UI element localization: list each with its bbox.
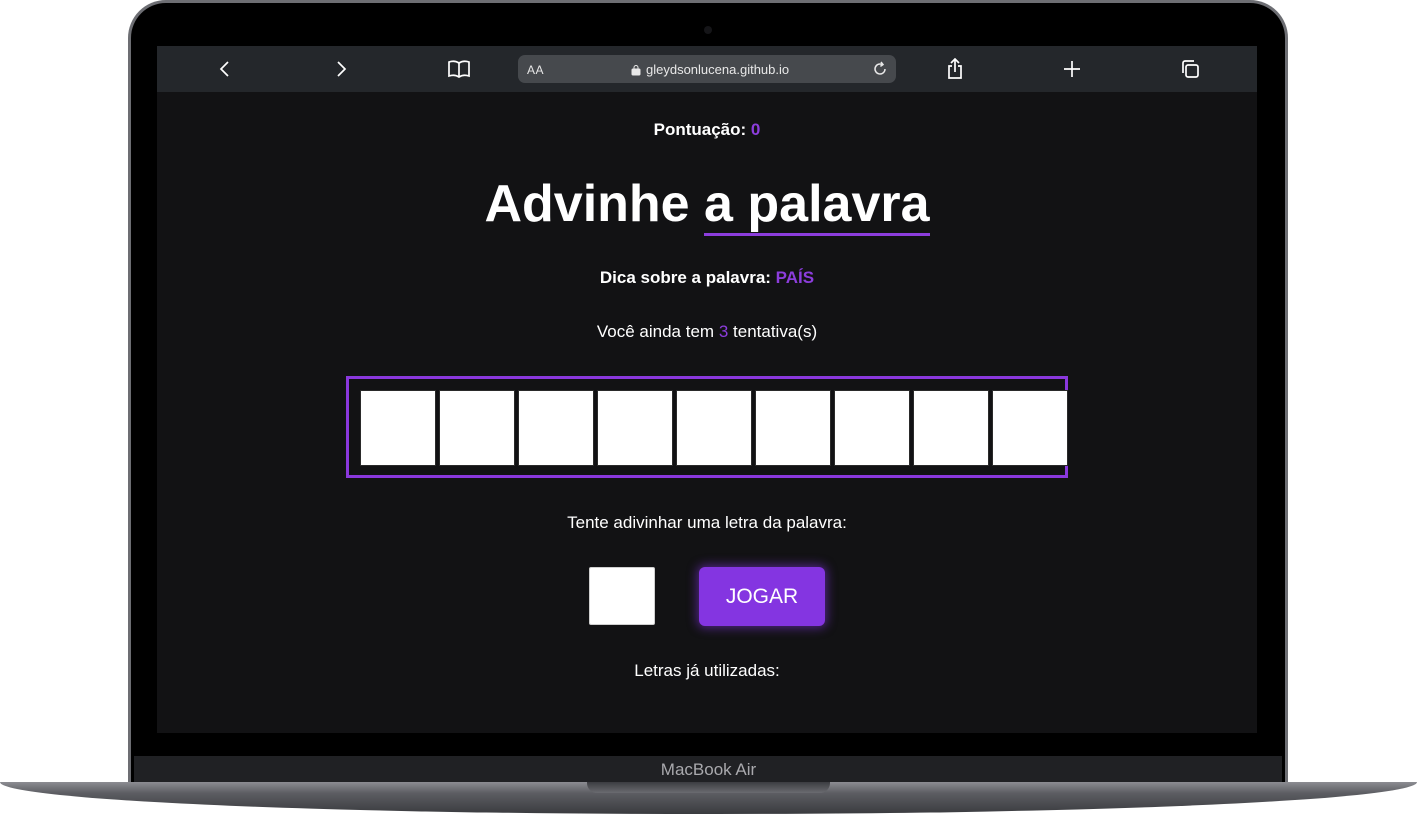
- letter-cell: [755, 390, 831, 466]
- reload-button[interactable]: [872, 61, 888, 82]
- forward-button[interactable]: [327, 56, 355, 82]
- address-bar[interactable]: AA gleydsonlucena.github.io: [518, 55, 896, 83]
- chevron-left-icon: [219, 61, 229, 77]
- book-icon: [448, 60, 470, 79]
- share-icon: [948, 58, 962, 79]
- letter-input[interactable]: [589, 567, 655, 625]
- word-hint: Dica sobre a palavra: PAÍS: [157, 268, 1257, 288]
- letter-cell: [439, 390, 515, 466]
- plus-icon: [1064, 61, 1080, 77]
- device-label: MacBook Air: [660, 760, 757, 779]
- tries-suffix: tentativa(s): [733, 322, 818, 341]
- camera-icon: [704, 26, 712, 34]
- score-label: Pontuação:: [653, 120, 747, 139]
- share-button[interactable]: [941, 56, 969, 82]
- score: Pontuação: 0: [157, 120, 1257, 140]
- back-button[interactable]: [211, 56, 239, 82]
- new-tab-button[interactable]: [1058, 56, 1086, 82]
- url-text: gleydsonlucena.github.io: [646, 62, 790, 77]
- remaining-tries: Você ainda tem 3 tentativa(s): [157, 322, 1257, 342]
- title-part1: Advinhe: [484, 175, 690, 233]
- page-title: Advinhe a palavra: [157, 174, 1257, 236]
- play-button[interactable]: JOGAR: [699, 567, 825, 626]
- lock-icon: [631, 63, 641, 81]
- tabs-icon: [1182, 60, 1199, 78]
- title-part2: a palavra: [704, 175, 930, 236]
- word-cells: [360, 390, 1068, 466]
- guess-label: Tente adivinhar uma letra da palavra:: [567, 513, 847, 532]
- letter-cell: [676, 390, 752, 466]
- chevron-right-icon: [337, 61, 347, 77]
- letter-cell: [360, 390, 436, 466]
- hint-label: Dica sobre a palavra:: [599, 268, 771, 287]
- browser-toolbar: AA gleydsonlucena.github.io: [157, 46, 1257, 92]
- hint-value: PAÍS: [775, 268, 815, 287]
- text-size-button[interactable]: AA: [527, 63, 544, 77]
- letter-cell: [518, 390, 594, 466]
- letter-cell: [834, 390, 910, 466]
- word-board: [346, 376, 1068, 478]
- reload-icon: [874, 61, 886, 75]
- tabs-button[interactable]: [1176, 56, 1204, 82]
- bookmarks-button[interactable]: [445, 56, 473, 82]
- score-value: 0: [750, 120, 761, 139]
- browser-screen: AA gleydsonlucena.github.io Pontuação: 0…: [157, 46, 1257, 733]
- used-letters-label: Letras já utilizadas:: [634, 661, 780, 680]
- tries-value: 3: [718, 322, 729, 341]
- letter-cell: [992, 390, 1068, 466]
- letter-cell: [597, 390, 673, 466]
- laptop-notch: [587, 782, 830, 793]
- tries-prefix: Você ainda tem: [596, 322, 715, 341]
- letter-cell: [913, 390, 989, 466]
